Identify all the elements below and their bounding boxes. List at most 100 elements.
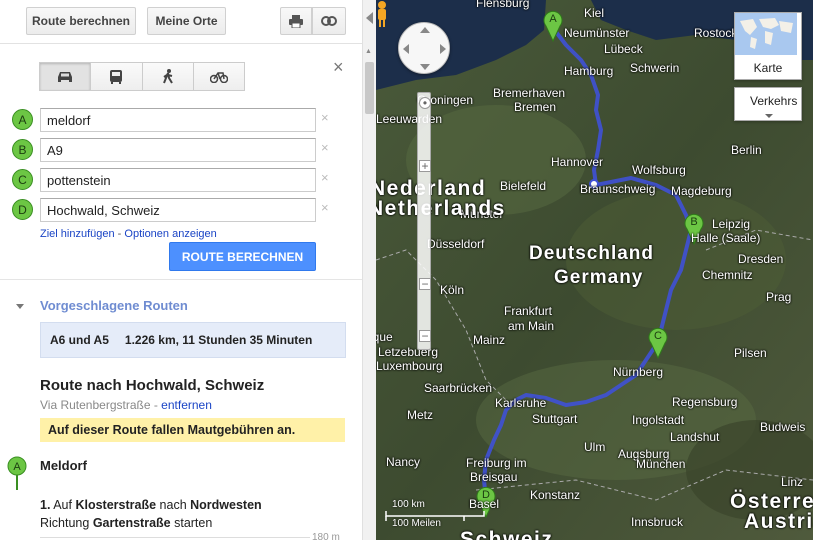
map-label: Belgique xyxy=(376,330,393,344)
print-button[interactable] xyxy=(280,7,312,35)
step-number: 1. xyxy=(40,498,51,512)
toll-notice: Auf dieser Route fallen Mautgebühren an. xyxy=(40,418,345,442)
panel-scrollbar[interactable]: ▲ xyxy=(362,44,376,540)
map-label: Luxembourg xyxy=(376,359,443,373)
map-label: Kiel xyxy=(584,6,605,20)
map-label: Konstanz xyxy=(530,488,581,502)
waypoint-input-c[interactable] xyxy=(40,168,316,192)
route-button[interactable]: Route berechnen xyxy=(26,7,136,35)
remove-waypoint-icon[interactable]: × xyxy=(321,170,329,185)
pan-right-icon[interactable] xyxy=(440,44,446,54)
panel-collapse-toggle[interactable] xyxy=(362,0,376,44)
map-label: Berlin xyxy=(731,143,762,157)
my-places-button[interactable]: Meine Orte xyxy=(147,7,226,35)
remove-waypoint-icon[interactable]: × xyxy=(321,200,329,215)
map-label: München xyxy=(636,457,686,471)
suggested-route-item[interactable]: A6 und A5 1.226 km, 11 Stunden 35 Minute… xyxy=(40,322,346,358)
mode-transit-button[interactable] xyxy=(90,62,143,91)
link-button[interactable] xyxy=(312,7,346,35)
walk-icon xyxy=(162,69,173,84)
mode-bicycle-button[interactable] xyxy=(192,62,245,91)
step-text: Auf xyxy=(50,498,76,512)
step-text: starten xyxy=(170,516,213,530)
waypoint-input-b[interactable] xyxy=(40,138,316,162)
car-icon xyxy=(58,71,73,82)
calculate-route-button[interactable]: ROUTE BERECHNEN xyxy=(169,242,316,271)
waypoint-marker-c: C xyxy=(12,169,33,190)
map-label: Köln xyxy=(440,283,465,297)
suggested-routes-title: Vorgeschlagene Routen xyxy=(40,298,188,313)
map-label: Prag xyxy=(766,290,792,304)
zoom-slider[interactable] xyxy=(417,92,431,350)
options-links: Ziel hinzufügen - Optionen anzeigen xyxy=(40,228,217,240)
remove-via-link[interactable]: entfernen xyxy=(161,398,212,412)
pegman-icon[interactable] xyxy=(376,0,388,28)
map-label: Bremerhaven xyxy=(493,86,566,100)
map-type-button[interactable]: Karte xyxy=(734,12,802,80)
pan-down-icon[interactable] xyxy=(420,64,430,70)
waypoint-input-d[interactable] xyxy=(40,198,316,222)
mode-walk-button[interactable] xyxy=(141,62,194,91)
map-scale: 100 km 100 Meilen xyxy=(384,499,504,533)
map-label: Mainz xyxy=(473,333,506,347)
map-label: Nürnberg xyxy=(613,365,664,379)
close-icon[interactable]: × xyxy=(333,57,344,78)
map-label: Halle (Saale) xyxy=(691,231,761,245)
add-destination-link[interactable]: Ziel hinzufügen xyxy=(40,228,115,240)
remove-waypoint-icon[interactable]: × xyxy=(321,110,329,125)
map-label: Breisgau xyxy=(470,470,518,484)
map-label: Braunschweig xyxy=(580,182,656,196)
zoom-in-button[interactable]: + xyxy=(419,160,431,172)
step-street: Klosterstraße xyxy=(75,498,157,512)
printer-icon xyxy=(289,14,303,28)
map-marker-a[interactable]: A xyxy=(542,8,564,42)
map-label: Flensburg xyxy=(476,0,530,10)
traffic-layer-button[interactable]: Verkehrs xyxy=(734,87,802,121)
map-label: Magdeburg xyxy=(671,184,732,198)
map-label: Dresden xyxy=(738,252,784,266)
zoom-handle[interactable]: • xyxy=(419,97,431,109)
marker-letter: C xyxy=(654,330,662,342)
waypoint-row: A × xyxy=(12,108,342,132)
pan-left-icon[interactable] xyxy=(403,44,409,54)
scroll-up-icon[interactable]: ▲ xyxy=(365,48,372,55)
divider xyxy=(40,537,310,538)
map-label: Hannover xyxy=(551,155,604,169)
waypoint-input-a[interactable] xyxy=(40,108,316,132)
map-label: Budweis xyxy=(760,420,806,434)
map-label-country: Netherlands xyxy=(376,197,506,220)
map-label: Ulm xyxy=(584,440,606,454)
remove-waypoint-icon[interactable]: × xyxy=(321,140,329,155)
links-separator: - xyxy=(114,228,125,240)
step-text: Richtung xyxy=(40,516,93,530)
map-label-country: Deutschland xyxy=(529,243,655,264)
scale-miles: 100 Meilen xyxy=(392,518,441,529)
waypoint-row: D × xyxy=(12,198,342,222)
route-step[interactable]: 1. Auf Klosterstraße nach Nordwesten Rich… xyxy=(40,496,340,532)
pan-up-icon[interactable] xyxy=(420,27,430,33)
pan-control[interactable] xyxy=(398,22,450,74)
map-label-country: Germany xyxy=(554,267,644,288)
map-label: Bielefeld xyxy=(500,179,547,193)
mode-car-button[interactable] xyxy=(39,62,92,91)
top-toolbar: Route berechnen Meine Orte xyxy=(0,0,362,44)
show-options-link[interactable]: Optionen anzeigen xyxy=(124,228,216,240)
zoom-out-button[interactable]: − xyxy=(419,330,431,342)
map-label: Düsseldorf xyxy=(427,237,485,251)
suggested-routes-header[interactable]: Vorgeschlagene Routen xyxy=(16,298,188,313)
map-label: Innsbruck xyxy=(631,515,684,529)
map-label: Landshut xyxy=(670,430,720,444)
map-label: Ingolstadt xyxy=(632,413,685,427)
directions-panel: Route berechnen Meine Orte × A meldorf ×… xyxy=(0,0,362,540)
collapse-left-icon xyxy=(366,12,373,24)
zoom-level-thumb[interactable]: − xyxy=(419,278,431,290)
map-view[interactable]: A B C D Kiel Flensburg Neumünster Lübeck… xyxy=(376,0,813,540)
chevron-down-icon xyxy=(765,114,773,118)
map-label: Rostock xyxy=(694,26,738,40)
step-direction: Nordwesten xyxy=(190,498,262,512)
map-marker-c[interactable]: C xyxy=(647,325,669,359)
divider xyxy=(0,279,362,280)
bicycle-icon xyxy=(209,71,228,83)
scroll-thumb[interactable] xyxy=(365,62,374,114)
via-line: Via Rutenbergstraße - entfernen xyxy=(40,398,212,412)
